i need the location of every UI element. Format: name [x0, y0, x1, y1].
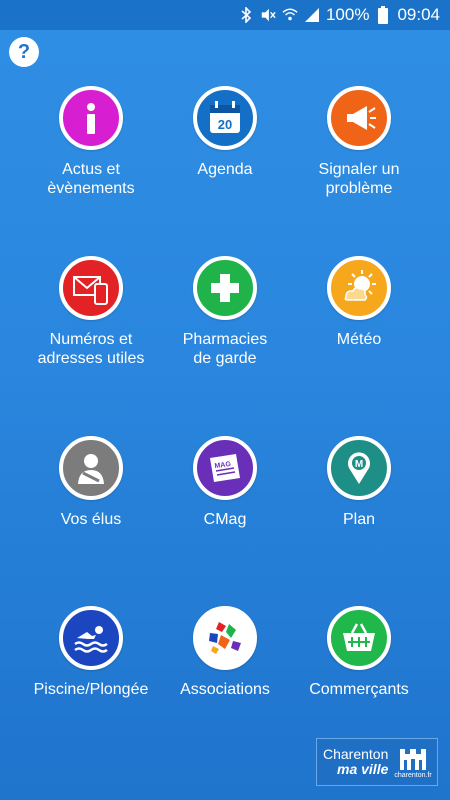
tile-elus[interactable]: Vos élus — [16, 436, 166, 566]
mute-icon — [260, 6, 276, 24]
tile-actus[interactable]: Actus et èvènements — [16, 86, 166, 216]
battery-percent: 100% — [325, 5, 370, 24]
bluetooth-icon — [238, 6, 254, 24]
help-icon: ? — [17, 40, 31, 63]
help-button[interactable]: ? — [9, 37, 39, 67]
tile-label: Signaler un problème — [318, 161, 400, 197]
tile-label: CMag — [203, 511, 247, 528]
logo-text: Charenton ma ville — [323, 747, 388, 777]
tile-label: Vos élus — [60, 511, 122, 528]
tile-label: Agenda — [197, 161, 253, 178]
pharmacy-cross-icon — [193, 256, 257, 320]
signal-icon — [304, 6, 320, 24]
tile-label: Piscine/Plongée — [33, 681, 149, 698]
castle-icon — [400, 748, 427, 770]
logo-domain: charenton.fr — [394, 771, 432, 779]
tile-meteo[interactable]: Météo — [284, 256, 434, 386]
person-icon — [59, 436, 123, 500]
mail-phone-icon — [59, 256, 123, 320]
tile-label: Commerçants — [309, 681, 409, 698]
charenton-logo[interactable]: Charenton ma ville charenton.fr — [316, 738, 438, 786]
tile-label: Associations — [180, 681, 270, 698]
info-icon — [59, 86, 123, 150]
tile-numeros[interactable]: Numéros et adresses utiles — [16, 256, 166, 386]
tile-label: Actus et èvènements — [47, 161, 135, 197]
logo-emblem: charenton.fr — [394, 746, 432, 779]
tile-pharmacies[interactable]: Pharmacies de garde — [150, 256, 300, 386]
associations-icon — [193, 606, 257, 670]
tile-label: Météo — [336, 331, 382, 348]
magazine-icon: MAG — [193, 436, 257, 500]
pin-letter: M — [355, 459, 363, 470]
swimmer-icon — [59, 606, 123, 670]
tile-associations[interactable]: Associations — [150, 606, 300, 736]
tile-plan[interactable]: M Plan — [284, 436, 434, 566]
tile-piscine[interactable]: Piscine/Plongée — [16, 606, 166, 736]
megaphone-icon — [327, 86, 391, 150]
tile-commercants[interactable]: Commerçants — [284, 606, 434, 736]
tile-label: Numéros et adresses utiles — [37, 331, 145, 367]
logo-line1: Charenton — [323, 746, 389, 762]
tile-label: Pharmacies de garde — [182, 331, 268, 367]
tile-cmag[interactable]: MAG CMag — [150, 436, 300, 566]
weather-icon — [327, 256, 391, 320]
calendar-icon: 20 — [193, 86, 257, 150]
tile-agenda[interactable]: 20 Agenda — [150, 86, 300, 216]
calendar-day: 20 — [218, 117, 232, 132]
logo-line2: ma ville — [337, 761, 389, 777]
status-time: 09:04 — [397, 5, 440, 24]
basket-icon — [327, 606, 391, 670]
status-bar: 100% 09:04 — [0, 0, 450, 30]
map-pin-icon: M — [327, 436, 391, 500]
tile-signaler[interactable]: Signaler un problème — [284, 86, 434, 216]
tile-label: Plan — [342, 511, 376, 528]
wifi-icon — [282, 6, 298, 24]
battery-icon — [375, 6, 391, 24]
